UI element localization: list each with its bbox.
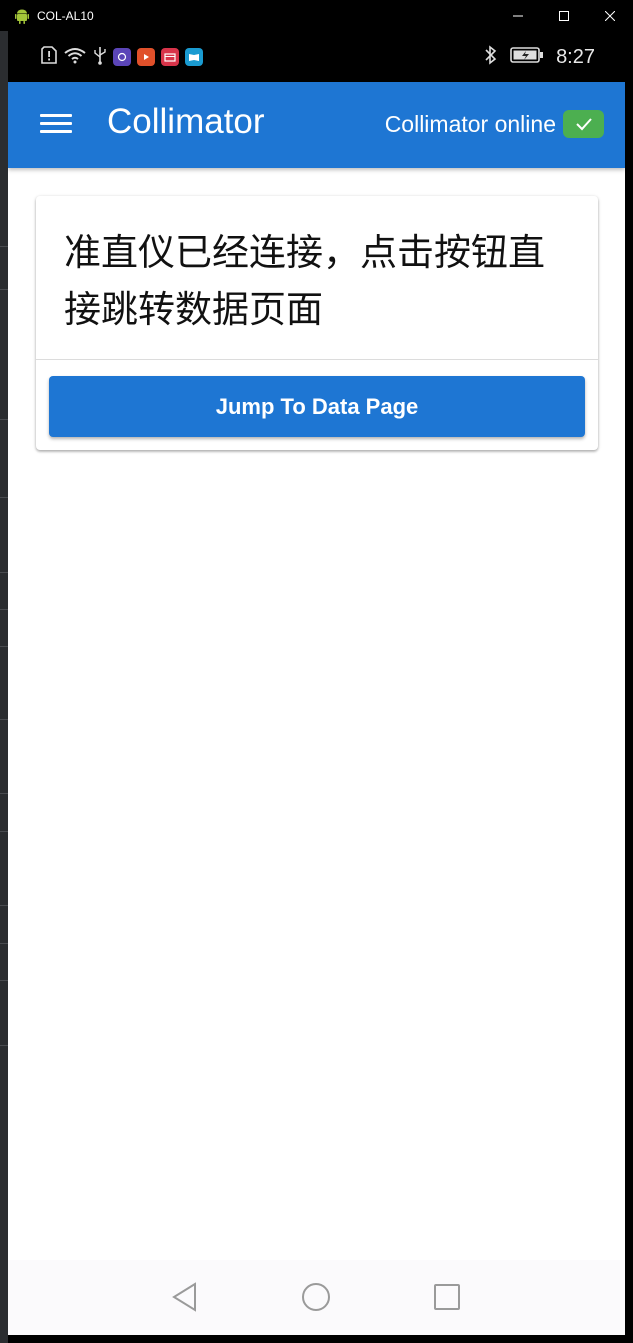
android-icon (15, 8, 31, 24)
phone-screen: 8:27 Collimator Collimator online 准直仪已经连… (8, 31, 625, 1335)
usb-icon (93, 45, 107, 69)
bluetooth-icon (484, 45, 498, 69)
close-icon[interactable] (587, 0, 633, 31)
back-icon[interactable] (168, 1280, 202, 1314)
app-icon-calendar (161, 48, 179, 66)
status-time: 8:27 (556, 45, 595, 68)
wifi-icon (63, 46, 87, 68)
connection-status: Collimator online (385, 110, 604, 138)
app-bar: Collimator Collimator online (8, 82, 625, 168)
navigation-bar (8, 1260, 625, 1335)
battery-icon (510, 47, 544, 67)
window-titlebar: COL-AL10 (0, 0, 633, 31)
check-icon (563, 110, 604, 138)
minimize-icon[interactable] (495, 0, 541, 31)
window-title: COL-AL10 (37, 8, 94, 23)
maximize-icon[interactable] (541, 0, 587, 31)
recents-icon[interactable] (430, 1280, 464, 1314)
sim-alert-icon (41, 46, 57, 68)
card-divider (36, 359, 598, 360)
menu-icon[interactable] (38, 110, 74, 140)
background-window-strip (0, 31, 8, 1343)
connection-message: 准直仪已经连接，点击按钮直接跳转数据页面 (64, 231, 545, 331)
app-title: Collimator (107, 102, 265, 141)
emulator-window: COL-AL10 8:27 Collimator Collimator onli… (0, 0, 633, 1343)
connection-card: 准直仪已经连接，点击按钮直接跳转数据页面 Jump To Data Page (36, 196, 598, 450)
app-icon-book (185, 48, 203, 66)
app-icon-purple (113, 48, 131, 66)
jump-to-data-page-button[interactable]: Jump To Data Page (49, 376, 585, 437)
status-bar: 8:27 (8, 31, 625, 82)
connection-status-text: Collimator online (384, 110, 556, 137)
home-icon[interactable] (299, 1280, 333, 1314)
app-icon-video (137, 48, 155, 66)
